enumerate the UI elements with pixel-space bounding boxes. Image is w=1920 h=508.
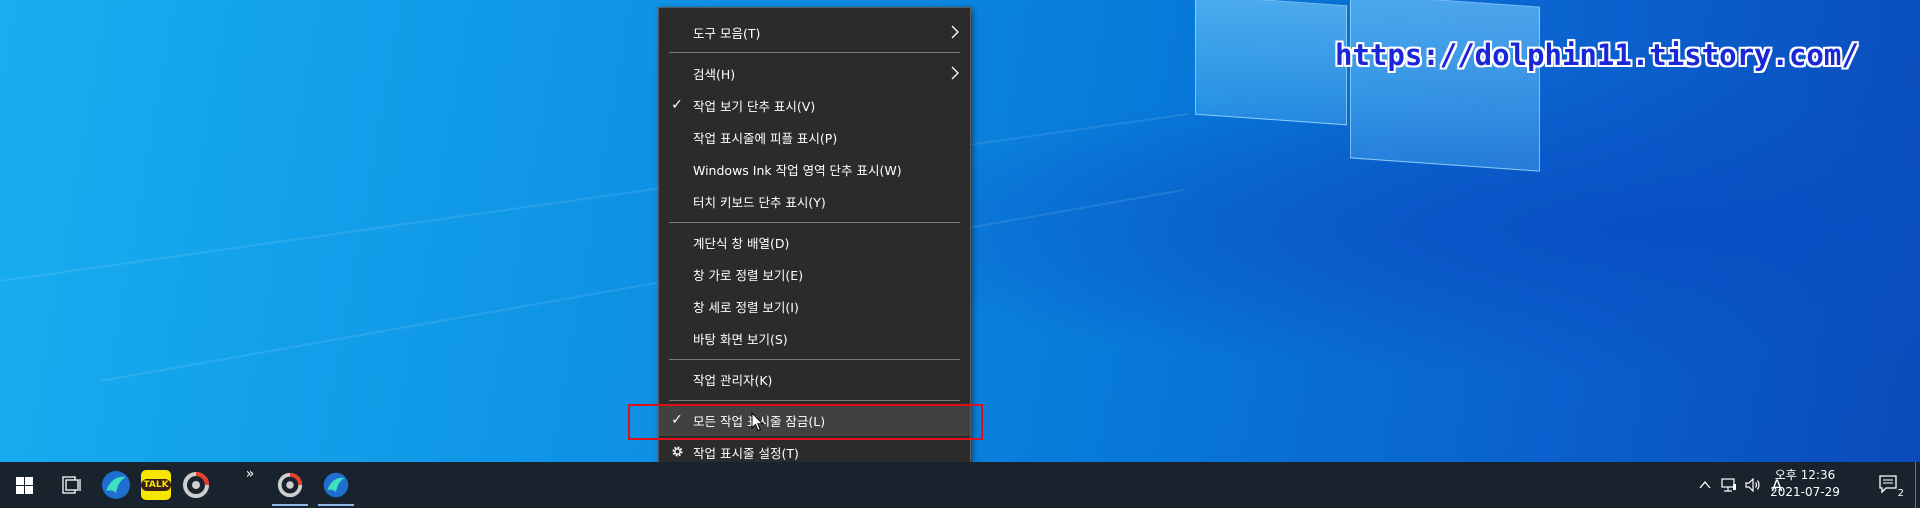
dolphin-app-icon bbox=[102, 471, 130, 499]
start-button[interactable] bbox=[0, 462, 48, 508]
taskbar-context-menu: 도구 모음(T) 검색(H) ✓ 작업 보기 단추 표시(V) 작업 표시줄에 … bbox=[658, 7, 971, 476]
menu-item-cascade[interactable]: 계단식 창 배열(D) bbox=[659, 226, 970, 258]
network-icon bbox=[1721, 478, 1736, 492]
menu-item-label: 창 가로 정렬 보기(E) bbox=[693, 267, 804, 283]
taskbar-app-capture[interactable] bbox=[176, 462, 216, 508]
menu-item-label: 도구 모음(T) bbox=[693, 25, 761, 41]
menu-item-label: 작업 표시줄 설정(T) bbox=[693, 445, 799, 461]
kakaotalk-icon: TALK bbox=[141, 470, 171, 500]
kakaotalk-label: TALK bbox=[141, 479, 171, 491]
dolphin-app-icon bbox=[323, 472, 349, 498]
menu-item-label: 터치 키보드 단추 표시(Y) bbox=[693, 194, 826, 210]
show-desktop-button[interactable] bbox=[1915, 462, 1920, 508]
show-hidden-icons-button[interactable] bbox=[1694, 462, 1716, 508]
menu-item-show-people[interactable]: 작업 표시줄에 피플 표시(P) bbox=[659, 121, 970, 153]
menu-item-task-manager[interactable]: 작업 관리자(K) bbox=[659, 363, 970, 395]
menu-separator bbox=[669, 222, 960, 223]
mouse-cursor-icon bbox=[751, 412, 764, 432]
menu-separator bbox=[669, 359, 960, 360]
menu-item-side-by-side[interactable]: 창 세로 정렬 보기(I) bbox=[659, 290, 970, 322]
taskbar: TALK » A 오후 12:36 2021-07-29 2 bbox=[0, 462, 1920, 508]
clock-button[interactable]: 오후 12:36 2021-07-29 bbox=[1760, 467, 1850, 501]
capture-app-icon bbox=[183, 472, 209, 498]
speaker-icon bbox=[1744, 478, 1760, 492]
menu-item-lock-taskbar[interactable]: ✓ 모든 작업 표시줄 잠금(L) bbox=[659, 404, 970, 436]
taskbar-app-dolphin[interactable] bbox=[96, 462, 136, 508]
chevron-right-icon bbox=[951, 25, 959, 39]
menu-item-label: 계단식 창 배열(D) bbox=[693, 235, 790, 251]
overflow-chevron: » bbox=[245, 466, 255, 482]
taskbar-running-dolphin[interactable] bbox=[314, 462, 358, 508]
window-logo-pane bbox=[1350, 0, 1540, 172]
menu-separator bbox=[669, 400, 960, 401]
capture-app-icon bbox=[277, 472, 303, 498]
menu-separator bbox=[669, 52, 960, 53]
clock-time: 오후 12:36 bbox=[1774, 468, 1836, 482]
taskbar-app-kakaotalk[interactable]: TALK bbox=[136, 462, 176, 508]
menu-item-label: 작업 관리자(K) bbox=[693, 372, 773, 388]
action-center-button[interactable]: 2 bbox=[1868, 462, 1912, 508]
menu-item-show-desktop[interactable]: 바탕 화면 보기(S) bbox=[659, 322, 970, 354]
chevron-up-icon bbox=[1699, 480, 1711, 489]
menu-item-search[interactable]: 검색(H) bbox=[659, 57, 970, 89]
checkmark-icon: ✓ bbox=[671, 412, 683, 428]
menu-item-label: 작업 보기 단추 표시(V) bbox=[693, 98, 816, 114]
clock-date: 2021-07-29 bbox=[1770, 485, 1840, 499]
windows-logo-icon bbox=[15, 476, 33, 494]
menu-item-label: 작업 표시줄에 피플 표시(P) bbox=[693, 130, 838, 146]
menu-item-label: 검색(H) bbox=[693, 66, 736, 82]
task-view-icon bbox=[62, 476, 81, 494]
notification-count-badge: 2 bbox=[1896, 488, 1905, 499]
menu-item-label: 창 세로 정렬 보기(I) bbox=[693, 299, 799, 315]
menu-item-stacked[interactable]: 창 가로 정렬 보기(E) bbox=[659, 258, 970, 290]
menu-item-toolbars[interactable]: 도구 모음(T) bbox=[659, 16, 970, 48]
menu-item-label: 바탕 화면 보기(S) bbox=[693, 331, 788, 347]
chevron-right-icon bbox=[951, 66, 959, 80]
menu-item-task-view-button[interactable]: ✓ 작업 보기 단추 표시(V) bbox=[659, 89, 970, 121]
menu-item-windows-ink[interactable]: Windows Ink 작업 영역 단추 표시(W) bbox=[659, 153, 970, 185]
menu-item-touch-keyboard[interactable]: 터치 키보드 단추 표시(Y) bbox=[659, 185, 970, 217]
checkmark-icon: ✓ bbox=[671, 97, 683, 113]
taskbar-running-capture[interactable] bbox=[268, 462, 312, 508]
toolbar-overflow-button[interactable]: » bbox=[236, 462, 264, 508]
network-tray-button[interactable] bbox=[1718, 462, 1740, 508]
light-ray bbox=[0, 112, 1189, 282]
light-ray bbox=[100, 188, 1184, 382]
menu-item-label: Windows Ink 작업 영역 단추 표시(W) bbox=[693, 162, 902, 178]
task-view-button[interactable] bbox=[48, 462, 96, 508]
watermark-url: https://dolphin11.tistory.com/ bbox=[1335, 38, 1859, 72]
gear-icon bbox=[667, 442, 687, 462]
window-logo-pane bbox=[1195, 0, 1347, 126]
